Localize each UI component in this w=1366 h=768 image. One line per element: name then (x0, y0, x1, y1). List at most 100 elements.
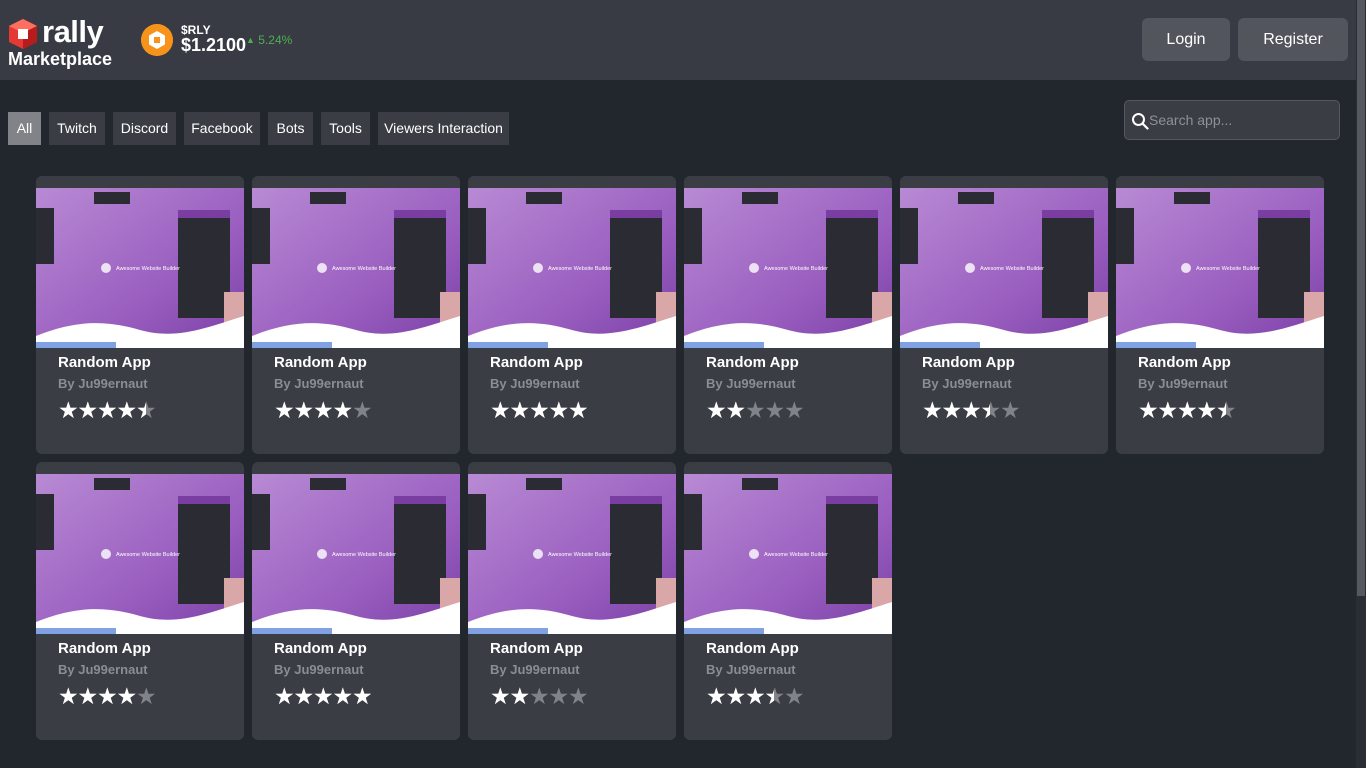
app-author: By Ju99ernaut (1138, 376, 1228, 391)
token-price: $1.2100 (181, 35, 247, 55)
rating-star-icon: ★★ (568, 683, 589, 709)
search-box[interactable] (1124, 100, 1340, 140)
app-thumbnail: Awesome Website Builder (36, 474, 244, 634)
rating-star-icon: ★★ (77, 397, 99, 423)
svg-text:Awesome Website Builder: Awesome Website Builder (332, 552, 396, 558)
app-author: By Ju99ernaut (922, 376, 1012, 391)
scrollbar-thumb[interactable] (1357, 0, 1365, 596)
rating-star-icon: ★★ (58, 397, 79, 423)
search-input[interactable] (1149, 109, 1329, 131)
filter-tools[interactable]: Tools (321, 112, 370, 145)
rating-star-icon: ★★ (274, 683, 295, 709)
rating-star-icon: ★★ (706, 683, 727, 709)
rating-star-icon: ★★ (725, 397, 747, 423)
rating-star-icon: ★★ (1157, 397, 1179, 423)
rating-star-icon: ★★ (313, 683, 334, 709)
token-ticker: $RLY $1.2100 ▲ 5.24% (141, 23, 311, 59)
rating-star-icon: ★★ (293, 397, 315, 423)
rating-star-icon: ★★ (332, 683, 354, 709)
app-author: By Ju99ernaut (274, 662, 364, 677)
app-thumbnail: Awesome Website Builder (252, 474, 460, 634)
app-title: Random App (706, 640, 799, 657)
rating-star-icon: ★★ (764, 397, 786, 423)
rating-star-icon: ★★ (568, 397, 589, 423)
app-thumbnail: Awesome Website Builder (468, 188, 676, 348)
rating-star-icon: ★★ (725, 683, 747, 709)
rating-star-icon: ★★ (548, 397, 570, 423)
app-card[interactable]: Awesome Website Builder Random App By Ju99… (36, 176, 244, 454)
rating-star-icon: ★★ (116, 683, 138, 709)
app-rating: ★★★★★★★★★★ (1138, 397, 1237, 423)
rating-star-icon: ★★ (490, 683, 511, 709)
logo-wordmark: rally (42, 14, 104, 49)
rating-star-icon: ★★ (784, 683, 805, 709)
svg-text:Awesome Website Builder: Awesome Website Builder (764, 266, 828, 272)
app-author: By Ju99ernaut (58, 376, 148, 391)
app-title: Random App (1138, 354, 1231, 371)
app-thumbnail: Awesome Website Builder (684, 474, 892, 634)
filter-facebook[interactable]: Facebook (184, 112, 260, 145)
app-thumbnail: Awesome Website Builder (684, 188, 892, 348)
app-rating: ★★★★★★★★★★ (490, 683, 589, 709)
rating-star-icon: ★★ (922, 397, 943, 423)
app-thumbnail: Awesome Website Builder (1116, 188, 1324, 348)
rating-star-icon: ★★ (274, 397, 295, 423)
rating-star-icon: ★★ (136, 683, 157, 709)
app-author: By Ju99ernaut (490, 376, 580, 391)
app-author: By Ju99ernaut (490, 662, 580, 677)
rating-star-icon: ★★ (509, 397, 531, 423)
rating-star-icon: ★★ (529, 397, 550, 423)
login-button[interactable]: Login (1142, 18, 1230, 61)
filter-discord[interactable]: Discord (113, 112, 176, 145)
rating-star-icon: ★★ (58, 683, 79, 709)
svg-text:Awesome Website Builder: Awesome Website Builder (116, 266, 180, 272)
token-change-value: 5.24% (258, 33, 293, 47)
svg-text:Awesome Website Builder: Awesome Website Builder (980, 266, 1044, 272)
register-button[interactable]: Register (1238, 18, 1348, 61)
filter-viewers-interaction[interactable]: Viewers Interaction (378, 112, 509, 145)
app-title: Random App (706, 354, 799, 371)
app-rating: ★★★★★★★★★★ (922, 397, 1021, 423)
app-thumbnail: Awesome Website Builder (468, 474, 676, 634)
rally-logo[interactable]: rally Marketplace (8, 14, 118, 70)
rating-star-icon: ★★ (352, 683, 373, 709)
svg-text:Awesome Website Builder: Awesome Website Builder (116, 552, 180, 558)
app-card[interactable]: Awesome Website Builder Random App By Ju99… (252, 176, 460, 454)
logo-subtitle: Marketplace (8, 49, 113, 69)
app-card[interactable]: Awesome Website Builder Random App By Ju99… (1116, 176, 1324, 454)
token-change: ▲ 5.24% (246, 33, 292, 47)
app-title: Random App (922, 354, 1015, 371)
svg-text:Awesome Website Builder: Awesome Website Builder (1196, 266, 1260, 272)
rating-star-icon: ★★ (293, 683, 315, 709)
filter-twitch[interactable]: Twitch (49, 112, 105, 145)
app-author: By Ju99ernaut (58, 662, 148, 677)
rally-cube-icon (9, 19, 37, 49)
app-card[interactable]: Awesome Website Builder Random App By Ju99… (468, 462, 676, 740)
rating-star-icon: ★★ (352, 397, 373, 423)
rating-star-icon: ★★ (784, 397, 805, 423)
app-title: Random App (274, 640, 367, 657)
filter-all[interactable]: All (8, 112, 41, 145)
app-author: By Ju99ernaut (274, 376, 364, 391)
app-thumbnail: Awesome Website Builder (252, 188, 460, 348)
up-arrow-icon: ▲ (246, 35, 255, 45)
svg-text:Awesome Website Builder: Awesome Website Builder (548, 266, 612, 272)
app-card[interactable]: Awesome Website Builder Random App By Ju99… (252, 462, 460, 740)
app-card[interactable]: Awesome Website Builder Random App By Ju99… (468, 176, 676, 454)
app-title: Random App (58, 640, 151, 657)
rating-star-icon: ★★ (1216, 397, 1237, 423)
app-title: Random App (490, 354, 583, 371)
filter-bots[interactable]: Bots (268, 112, 313, 145)
rating-star-icon: ★★ (745, 397, 766, 423)
app-card[interactable]: Awesome Website Builder Random App By Ju99… (684, 176, 892, 454)
app-rating: ★★★★★★★★★★ (274, 397, 373, 423)
app-rating: ★★★★★★★★★★ (58, 683, 157, 709)
app-card[interactable]: Awesome Website Builder Random App By Ju99… (36, 462, 244, 740)
app-rating: ★★★★★★★★★★ (706, 683, 805, 709)
app-card[interactable]: Awesome Website Builder Random App By Ju99… (684, 462, 892, 740)
app-thumbnail: Awesome Website Builder (36, 188, 244, 348)
rating-star-icon: ★★ (548, 683, 570, 709)
rating-star-icon: ★★ (313, 397, 334, 423)
rating-star-icon: ★★ (1177, 397, 1198, 423)
app-card[interactable]: Awesome Website Builder Random App By Ju99… (900, 176, 1108, 454)
